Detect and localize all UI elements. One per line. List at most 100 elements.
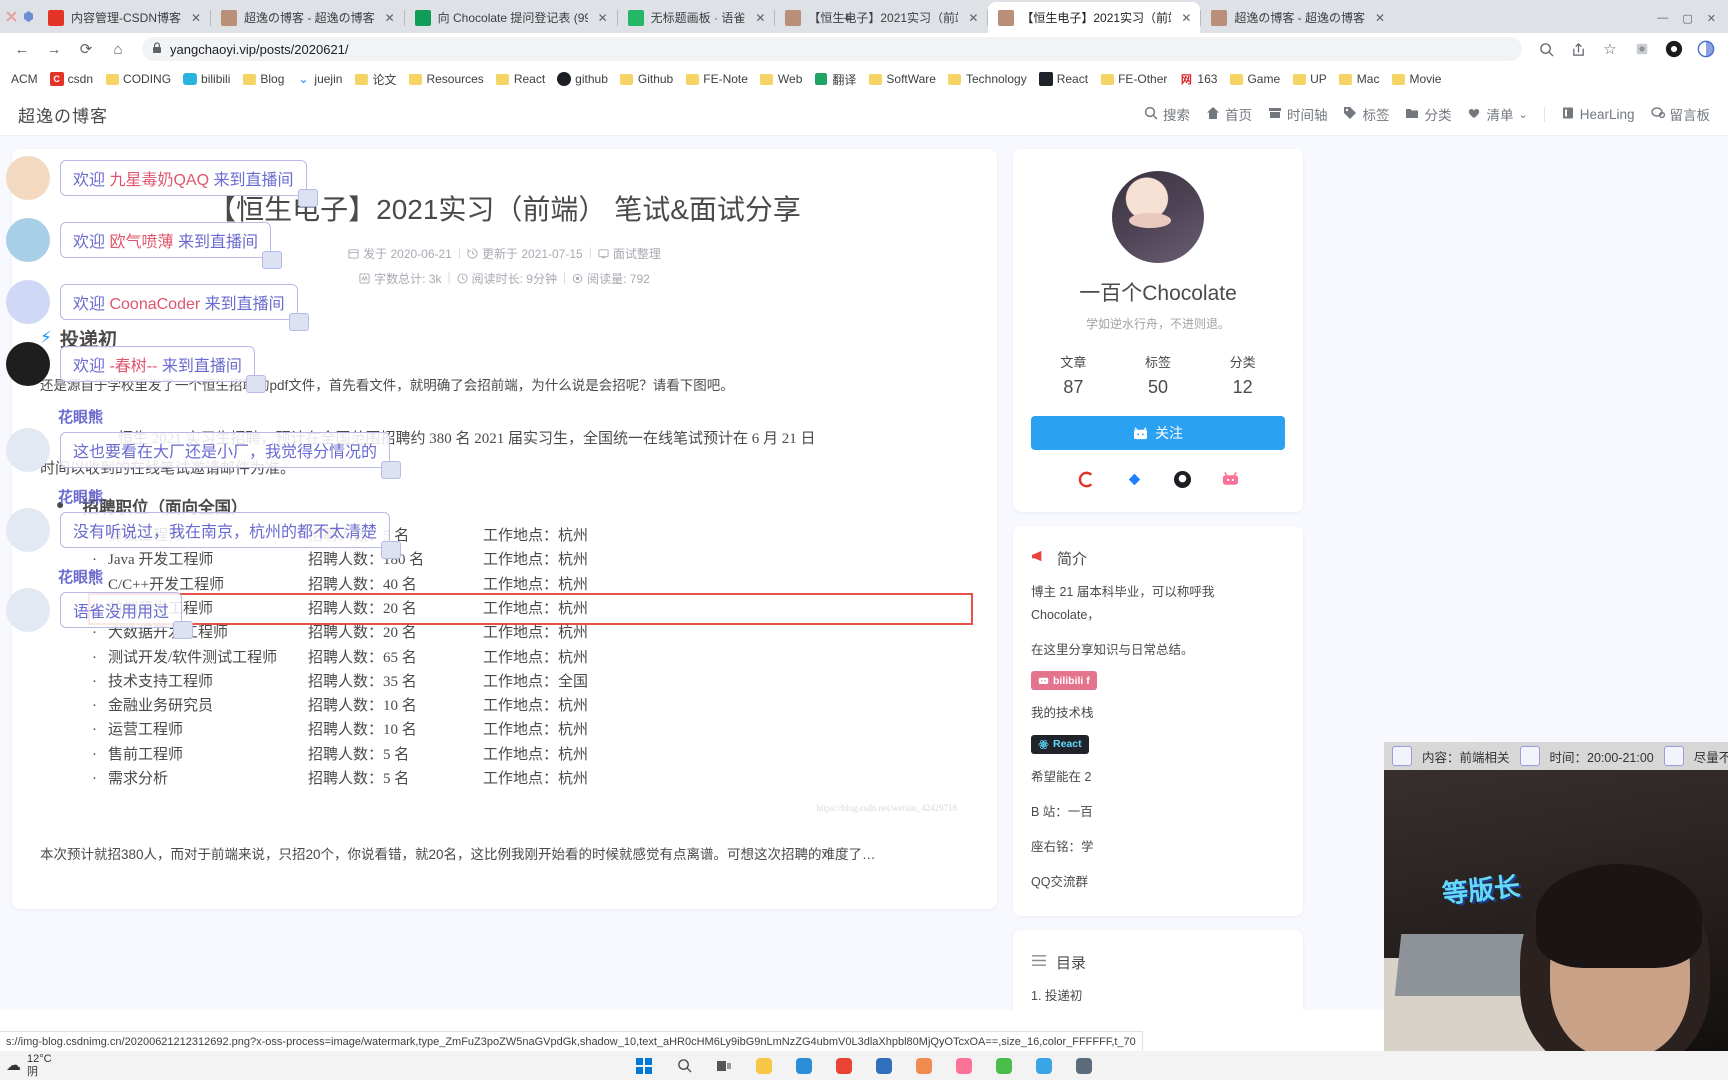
job-row: · 金融业务研究员 招聘人数：10 名 工作地点：杭州 bbox=[92, 694, 969, 718]
bookmark-item[interactable]: Game bbox=[1224, 70, 1285, 88]
nav-item-时间轴[interactable]: 时间轴 bbox=[1268, 104, 1327, 124]
intro-header: 简介 bbox=[1031, 548, 1285, 569]
maximize-icon[interactable]: ▢ bbox=[1682, 12, 1692, 25]
window-controls[interactable] bbox=[2, 0, 38, 33]
bookmark-item[interactable]: React bbox=[1034, 70, 1093, 88]
bookmark-item[interactable]: ACM bbox=[6, 70, 43, 88]
csdn-icon[interactable] bbox=[1075, 468, 1097, 490]
bookmark-item[interactable]: 翻译 bbox=[809, 69, 861, 90]
bookmark-item[interactable]: Resources bbox=[403, 70, 488, 88]
browser-tab[interactable]: 【恒生电子】2021实习（前端 ✕ bbox=[988, 2, 1201, 33]
forward-icon[interactable]: → bbox=[40, 35, 68, 63]
job-row: · 需求分析 招聘人数：5 名 工作地点：杭州 bbox=[92, 767, 969, 791]
peach-icon[interactable] bbox=[913, 1055, 935, 1077]
bookmark-star-icon[interactable]: ☆ bbox=[1596, 35, 1624, 63]
mail-icon[interactable] bbox=[1073, 1055, 1095, 1077]
tab-close-icon[interactable]: ✕ bbox=[1178, 11, 1194, 25]
browser-tab[interactable]: 【恒生电子】2021实习（前端 ✕ bbox=[775, 2, 987, 33]
nav-item-首页[interactable]: 首页 bbox=[1206, 104, 1252, 124]
bilibili-icon[interactable] bbox=[953, 1055, 975, 1077]
home-icon[interactable]: ⌂ bbox=[104, 35, 132, 63]
browser-menu-icon[interactable] bbox=[1692, 35, 1720, 63]
editor-icon[interactable] bbox=[873, 1055, 895, 1077]
stat-item[interactable]: 文章 87 bbox=[1031, 352, 1116, 398]
csdn-icon bbox=[48, 9, 64, 26]
taskview-icon[interactable] bbox=[713, 1055, 735, 1077]
follow-button[interactable]: 关注 bbox=[1031, 416, 1285, 450]
job-location: 工作地点：杭州 bbox=[483, 552, 589, 569]
stat-label: 文章 bbox=[1060, 355, 1087, 370]
bookmark-item[interactable]: Blog bbox=[237, 70, 289, 88]
nav-item-HearLing[interactable]: HearLing bbox=[1561, 106, 1635, 123]
bookmark-item[interactable]: FE-Other bbox=[1095, 70, 1172, 88]
job-count: 招聘人数：20 名 bbox=[308, 625, 417, 642]
search-icon[interactable] bbox=[673, 1055, 695, 1077]
bookmark-item[interactable]: React bbox=[491, 70, 550, 88]
extensions-icon[interactable] bbox=[1628, 35, 1656, 63]
edge-icon[interactable] bbox=[793, 1055, 815, 1077]
juejin-icon[interactable] bbox=[1123, 468, 1145, 490]
bookmark-item[interactable]: SoftWare bbox=[863, 70, 941, 88]
tab-close-icon[interactable]: ✕ bbox=[965, 11, 981, 25]
tab-close-icon[interactable]: ✕ bbox=[1372, 11, 1388, 25]
folder-icon bbox=[760, 72, 774, 86]
bookmark-item[interactable]: Web bbox=[755, 70, 807, 88]
clock-icon bbox=[457, 273, 468, 284]
browser-tab[interactable]: 向 Chocolate 提问登记表 (99 ✕ bbox=[405, 2, 617, 33]
close-icon[interactable]: ✕ bbox=[1707, 12, 1716, 25]
browser-tab[interactable]: 无标题画板 · 语雀 ✕ bbox=[618, 2, 775, 33]
profile-avatar[interactable] bbox=[1660, 35, 1688, 63]
tab-close-icon[interactable]: ✕ bbox=[188, 11, 204, 25]
stat-item[interactable]: 分类 12 bbox=[1200, 352, 1285, 398]
bookmark-item[interactable]: Mac bbox=[1334, 70, 1385, 88]
bookmark-item[interactable]: Technology bbox=[943, 70, 1032, 88]
browser-tab[interactable]: 超逸の博客 - 超逸の博客 ✕ bbox=[1201, 2, 1394, 33]
windows-icon[interactable] bbox=[633, 1055, 655, 1077]
bookmark-item[interactable]: 论文 bbox=[349, 69, 401, 90]
bookmark-item[interactable]: FE-Note bbox=[680, 70, 753, 88]
job-title: 测试开发/软件测试工程师 bbox=[108, 649, 278, 666]
bilibili-icon[interactable] bbox=[1219, 468, 1241, 490]
nav-item-清单[interactable]: 清单 ⌄ bbox=[1467, 104, 1528, 124]
bookmark-item[interactable]: github bbox=[552, 70, 613, 88]
tab-close-icon[interactable]: ✕ bbox=[752, 11, 768, 25]
nav-item-留言板[interactable]: 留言板 bbox=[1650, 104, 1710, 124]
bookmark-item[interactable]: UP bbox=[1287, 70, 1332, 88]
stat-item[interactable]: 标签 50 bbox=[1116, 352, 1201, 398]
tab-close-icon[interactable]: ✕ bbox=[382, 11, 398, 25]
back-icon[interactable]: ← bbox=[8, 35, 36, 63]
react-badge[interactable]: React bbox=[1031, 734, 1089, 754]
tab-close-icon[interactable]: ✕ bbox=[595, 11, 611, 25]
weather-widget[interactable]: ☁ 12°C 阴 bbox=[0, 1053, 52, 1078]
browser-tab[interactable]: 超逸の博客 - 超逸の博客 ✕ bbox=[211, 2, 404, 33]
nav-item-搜索[interactable]: 搜索 bbox=[1144, 104, 1190, 124]
github-icon[interactable] bbox=[1171, 468, 1193, 490]
bookmark-item[interactable]: Ccsdn bbox=[45, 70, 98, 88]
article-category[interactable]: 面试整理 bbox=[598, 245, 661, 262]
bookmark-item[interactable]: CODING bbox=[100, 70, 176, 88]
bookmark-item[interactable]: Github bbox=[615, 70, 678, 88]
bookmark-item[interactable]: ⌄ juejin bbox=[291, 70, 347, 88]
wechat-icon[interactable] bbox=[993, 1055, 1015, 1077]
address-bar[interactable]: yangchaoyi.vip/posts/2020621/ bbox=[142, 37, 1522, 61]
window-buttons[interactable]: — ▢ ✕ bbox=[1657, 12, 1728, 33]
bookmark-item[interactable]: Movie bbox=[1386, 70, 1446, 88]
toc-item[interactable]: 1. 投递初 bbox=[1031, 985, 1285, 1004]
explorer-icon[interactable] bbox=[753, 1055, 775, 1077]
share-icon[interactable] bbox=[1564, 35, 1592, 63]
folder-icon bbox=[620, 72, 634, 86]
site-logo[interactable]: 超逸の博客 bbox=[18, 102, 108, 127]
nav-item-标签[interactable]: 标签 bbox=[1343, 104, 1389, 124]
zoom-icon[interactable] bbox=[1532, 35, 1560, 63]
bookmark-item[interactable]: 网 163 bbox=[1174, 70, 1222, 88]
bilibili-badge[interactable]: bilibili f bbox=[1031, 671, 1097, 691]
minimize-icon[interactable]: — bbox=[1657, 12, 1668, 25]
qq-icon[interactable] bbox=[1033, 1055, 1055, 1077]
chrome-icon[interactable] bbox=[833, 1055, 855, 1077]
job-title: 技术支持工程师 bbox=[108, 673, 214, 690]
bookmark-label: FE-Note bbox=[703, 72, 748, 86]
nav-item-分类[interactable]: 分类 bbox=[1405, 104, 1451, 124]
reload-icon[interactable]: ⟳ bbox=[72, 35, 100, 63]
browser-tab[interactable]: 内容管理-CSDN博客 ✕ bbox=[38, 2, 210, 33]
bookmark-item[interactable]: bilibili bbox=[178, 70, 235, 88]
